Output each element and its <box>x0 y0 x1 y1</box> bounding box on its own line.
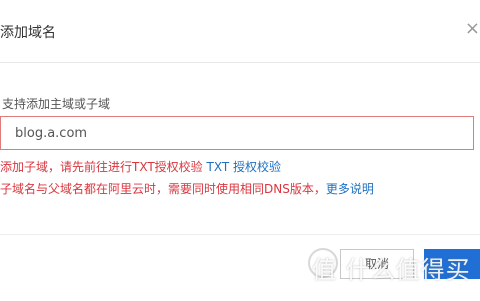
domain-field-label: 支持添加主域或子域 <box>2 97 111 111</box>
dialog-title: 添加域名 <box>0 25 56 41</box>
domain-input-wrapper[interactable] <box>0 116 474 150</box>
more-info-link[interactable]: 更多说明 <box>326 182 374 196</box>
error-text-txt: 添加子域，请先前往进行TXT授权校验 <box>0 160 207 174</box>
domain-input[interactable] <box>1 117 473 149</box>
watermark-text: 值 什么值得买 <box>312 256 471 284</box>
add-domain-dialog: 添加域名 × 支持添加主域或子域 添加子域，请先前往进行TXT授权校验 TXT … <box>0 0 480 300</box>
dialog-header: 添加域名 × <box>0 0 480 63</box>
error-message-txt: 添加子域，请先前往进行TXT授权校验 TXT 授权校验 <box>0 158 281 175</box>
txt-verify-link[interactable]: TXT 授权校验 <box>207 160 282 174</box>
error-message-dns: 子域名与父域名都在阿里云时，需要同时使用相同DNS版本，更多说明 <box>0 180 374 197</box>
error-text-dns: 子域名与父域名都在阿里云时，需要同时使用相同DNS版本， <box>0 182 326 196</box>
close-icon[interactable]: × <box>465 19 480 39</box>
